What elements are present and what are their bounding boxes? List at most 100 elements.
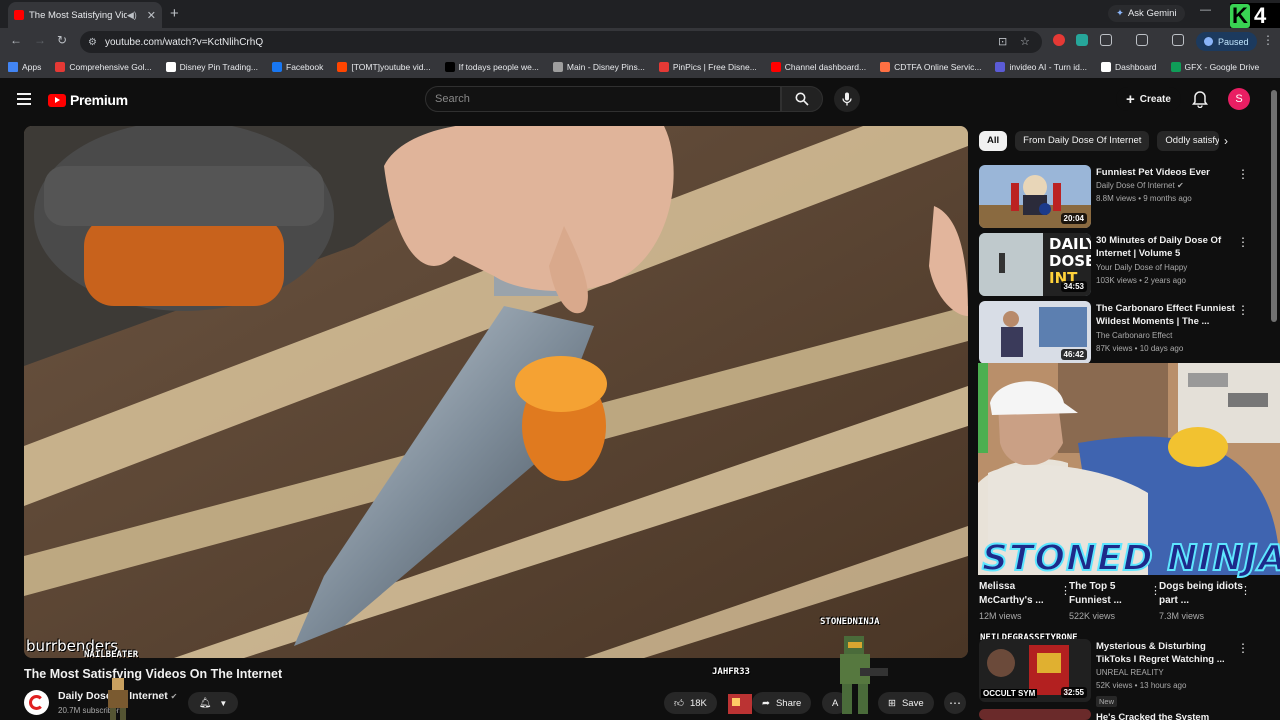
minimize-icon[interactable]: — [1200, 4, 1211, 16]
youtube-favicon-icon [14, 10, 24, 20]
back-icon[interactable]: ← [10, 33, 22, 47]
ask-gemini-button[interactable]: ✦ Ask Gemini [1108, 5, 1185, 22]
bookmark-item[interactable]: GFX - Google Drive [1170, 62, 1259, 72]
filter-chip[interactable]: All [979, 131, 1008, 151]
more-options-icon[interactable]: ⋮ [1237, 235, 1249, 249]
youtube-premium-logo[interactable]: Premium [48, 92, 128, 108]
bookmark-label: PinPics | Free Disne... [672, 62, 757, 72]
recommendation-channel-name: Daily Dose Of Internet [1096, 181, 1175, 190]
bookmark-item[interactable]: CDTFA Online Servic... [880, 62, 981, 72]
recommendation-channel: Your Daily Dose of Happy [1096, 263, 1188, 272]
more-options-icon[interactable]: ⋮ [1237, 303, 1249, 317]
recommendation-item[interactable]: DAILYDOSEINT 34:53 30 Minutes of Daily D… [979, 233, 1269, 297]
bookmark-item[interactable]: Disney Pin Trading... [165, 62, 258, 72]
more-options-icon[interactable]: ⋮ [1240, 584, 1251, 597]
recommendation-title: Mysterious & Disturbing TikToks I Regret… [1096, 641, 1225, 665]
video-duration: 46:42 [1060, 349, 1087, 360]
create-button[interactable]: + Create [1116, 87, 1181, 111]
bookmark-item[interactable]: [TOMT]youtube vid... [337, 62, 431, 72]
microphone-icon [842, 92, 852, 106]
bookmark-label: [TOMT]youtube vid... [351, 62, 431, 72]
bookmark-favicon-icon [658, 62, 669, 72]
apps-grid-icon [8, 62, 18, 72]
bookmark-item[interactable]: If todays people we... [444, 62, 539, 72]
browser-menu-icon[interactable]: ⋮ [1262, 33, 1274, 47]
bookmark-star-icon[interactable]: ☆ [1020, 35, 1030, 48]
account-avatar[interactable]: S [1228, 88, 1250, 110]
bookmark-item[interactable]: Channel dashboard... [770, 62, 866, 72]
short-item[interactable]: Melissa McCarthy's ... 12M views ⋮ [979, 580, 1071, 621]
recommendation-item[interactable]: OCCULT SYM 32:55 Mysterious & Disturbing… [979, 639, 1269, 707]
menu-hamburger-icon[interactable] [17, 93, 31, 105]
thumb-text-daily: DAILY [1049, 235, 1091, 253]
video-thumbnail: DAILYDOSEINT 34:53 [979, 233, 1091, 296]
search-button[interactable] [781, 86, 823, 112]
filter-chip[interactable]: Oddly satisfy [1157, 131, 1220, 151]
bookmark-favicon-icon [272, 62, 283, 72]
bookmark-item[interactable]: invideo AI - Turn id... [995, 62, 1087, 72]
recommendation-meta: 8.8M views • 9 months ago [1096, 194, 1192, 203]
bookmark-item[interactable]: PinPics | Free Disne... [658, 62, 757, 72]
extensions-puzzle-icon[interactable] [1100, 34, 1112, 46]
bookmark-item[interactable]: Comprehensive Gol... [55, 62, 152, 72]
recommendation-title: Funniest Pet Videos Ever [1096, 167, 1210, 178]
subscription-bell-button[interactable]: 🔔︎ ▼ [188, 692, 238, 714]
site-info-icon[interactable]: ⚙ [88, 37, 97, 48]
short-title: Melissa McCarthy's ... [979, 581, 1044, 606]
search-input[interactable]: Search [425, 86, 781, 112]
page-scrollbar[interactable] [1271, 90, 1277, 322]
video-frame-knife-cutting-carrot [24, 126, 968, 658]
recommendation-item[interactable]: He's Cracked the System [979, 709, 1269, 720]
recommendation-meta: 87K views • 10 days ago [1096, 344, 1184, 353]
notifications-bell-icon[interactable] [1192, 90, 1208, 113]
url-text: youtube.com/watch?v=KctNlihCrhQ [104, 36, 264, 48]
bookmark-label: Dashboard [1114, 62, 1157, 72]
bookmark-item[interactable]: Facebook [272, 62, 323, 72]
chevron-right-icon[interactable]: › [1224, 134, 1228, 148]
channel-avatar[interactable] [24, 690, 49, 715]
like-button[interactable]: 👍︎ 18K [664, 692, 717, 714]
k-badge-number: 4 [1254, 3, 1267, 28]
plus-icon: + [1126, 90, 1135, 108]
share-button[interactable]: ➦ Share [752, 692, 812, 714]
extension-teal-icon[interactable] [1076, 34, 1088, 46]
more-actions-icon[interactable]: ⋯ [944, 692, 966, 714]
search-icon [795, 92, 809, 106]
thumbnail-text: OCCULT SYM [981, 689, 1038, 698]
ask-gemini-label: Ask Gemini [1127, 8, 1177, 19]
close-tab-icon[interactable]: ✕ [147, 9, 156, 22]
forward-icon[interactable]: → [34, 33, 46, 47]
reload-icon[interactable]: ↻ [57, 33, 67, 47]
install-app-icon[interactable]: ⊡ [998, 35, 1007, 48]
new-tab-button[interactable]: + [170, 5, 179, 22]
bookmark-label: Main - Disney Pins... [566, 62, 645, 72]
speaker-icon[interactable]: ◀) [127, 10, 137, 21]
video-player[interactable] [24, 126, 968, 658]
address-bar[interactable]: ⚙ youtube.com/watch?v=KctNlihCrhQ ⊡ ☆ [80, 31, 1042, 53]
more-options-icon[interactable]: ⋮ [1237, 641, 1249, 655]
short-views: 522K views [1069, 611, 1116, 621]
recommendation-item[interactable]: 46:42 The Carbonaro Effect Funniest Wild… [979, 301, 1269, 365]
short-item[interactable]: The Top 5 Funniest ... 522K views ⋮ [1069, 580, 1161, 621]
video-duration: 34:53 [1060, 281, 1087, 292]
game-character-sprite [840, 636, 888, 714]
filter-chip[interactable]: From Daily Dose Of Internet [1015, 131, 1150, 151]
bookmark-label: If todays people we... [458, 62, 539, 72]
extension-red-icon[interactable] [1053, 34, 1065, 46]
more-options-icon[interactable]: ⋮ [1237, 167, 1249, 181]
browser-tab[interactable]: The Most Satisfying Videos ◀) ✕ [8, 2, 162, 28]
save-label: Save [901, 697, 924, 709]
bookmark-item[interactable]: Main - Disney Pins... [552, 62, 645, 72]
bookmark-item[interactable]: Apps [8, 62, 41, 72]
voice-search-button[interactable] [834, 86, 860, 112]
game-sprite-nailbeater [108, 678, 128, 720]
media-controls-icon[interactable] [1172, 34, 1184, 46]
video-duration: 32:55 [1060, 687, 1087, 698]
short-item[interactable]: Dogs being idiots part ... 7.3M views ⋮ [1159, 580, 1251, 621]
bookmark-item[interactable]: Dashboard [1100, 62, 1157, 72]
chevron-down-icon: ▼ [219, 698, 228, 708]
profile-paused-button[interactable]: Paused [1196, 32, 1257, 51]
recommendation-meta: 52K views • 13 hours ago [1096, 681, 1187, 690]
recommendation-item[interactable]: 20:04 Funniest Pet Videos Ever Daily Dos… [979, 165, 1269, 229]
side-panel-icon[interactable] [1136, 34, 1148, 46]
